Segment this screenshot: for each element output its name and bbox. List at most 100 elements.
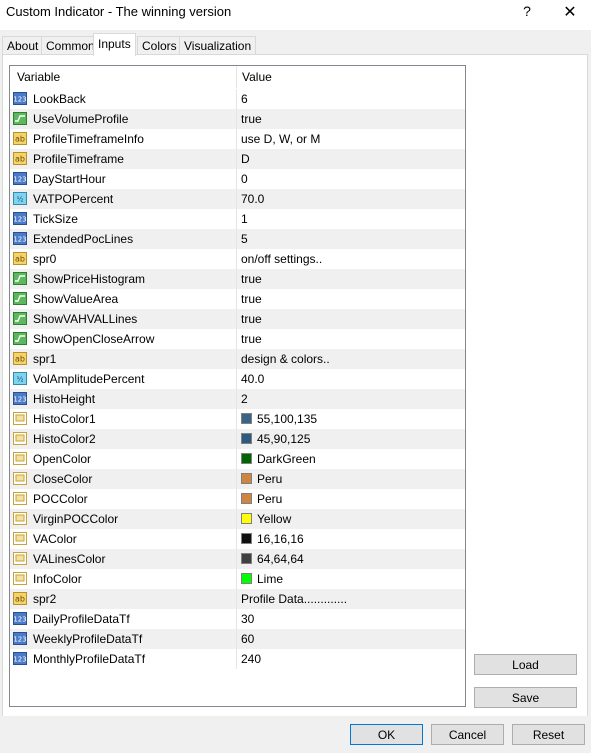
variable-value[interactable]: 45,90,125 [257, 432, 310, 446]
table-row[interactable]: ShowPriceHistogram true [10, 269, 465, 289]
column-header-variable[interactable]: Variable [17, 70, 60, 84]
table-row[interactable]: 123 HistoHeight 2 [10, 389, 465, 409]
double-icon: ½ [13, 372, 27, 385]
table-row[interactable]: ShowValueArea true [10, 289, 465, 309]
table-row[interactable]: ab ProfileTimeframe D [10, 149, 465, 169]
variable-value[interactable]: 6 [241, 92, 248, 106]
color-swatch[interactable] [241, 553, 252, 564]
variable-value[interactable]: 70.0 [241, 192, 264, 206]
tab-inputs[interactable]: Inputs [93, 33, 136, 56]
cell-divider [236, 589, 237, 609]
color-swatch[interactable] [241, 513, 252, 524]
cell-divider [236, 89, 237, 109]
variable-value[interactable]: on/off settings.. [241, 252, 322, 266]
cell-divider [236, 429, 237, 449]
table-row[interactable]: 123 LookBack 6 [10, 89, 465, 109]
table-header: Variable Value [10, 66, 465, 88]
variable-value[interactable]: 1 [241, 212, 248, 226]
variable-name: HistoColor2 [33, 432, 96, 446]
variable-name: TickSize [33, 212, 78, 226]
variable-value[interactable]: DarkGreen [257, 452, 316, 466]
variable-value[interactable]: 55,100,135 [257, 412, 317, 426]
variable-value[interactable]: Yellow [257, 512, 291, 526]
table-row[interactable]: ShowOpenCloseArrow true [10, 329, 465, 349]
column-divider[interactable] [236, 66, 237, 88]
table-row[interactable]: ab ProfileTimeframeInfo use D, W, or M [10, 129, 465, 149]
table-row[interactable]: POCColor Peru [10, 489, 465, 509]
tab-common[interactable]: Common [41, 36, 100, 55]
table-row[interactable]: HistoColor1 55,100,135 [10, 409, 465, 429]
string-icon: ab [13, 252, 27, 265]
integer-icon: 123 [13, 612, 27, 625]
table-row[interactable]: OpenColor DarkGreen [10, 449, 465, 469]
table-row[interactable]: 123 TickSize 1 [10, 209, 465, 229]
variable-value[interactable]: 30 [241, 612, 254, 626]
help-button[interactable]: ? [520, 3, 534, 19]
variable-value[interactable]: 2 [241, 392, 248, 406]
column-header-value[interactable]: Value [242, 70, 272, 84]
svg-text:ab: ab [15, 155, 25, 164]
load-button[interactable]: Load [474, 654, 577, 675]
cell-divider [236, 509, 237, 529]
color-swatch[interactable] [241, 413, 252, 424]
table-row[interactable]: InfoColor Lime [10, 569, 465, 589]
variable-name: ShowOpenCloseArrow [33, 332, 155, 346]
variable-value[interactable]: true [241, 292, 262, 306]
variable-value[interactable]: true [241, 312, 262, 326]
variable-value[interactable]: 0 [241, 172, 248, 186]
variable-value[interactable]: D [241, 152, 250, 166]
table-row[interactable]: ab spr2 Profile Data............. [10, 589, 465, 609]
table-row[interactable]: ½ VATPOPercent 70.0 [10, 189, 465, 209]
tab-colors[interactable]: Colors [137, 36, 182, 55]
variable-value[interactable]: 40.0 [241, 372, 264, 386]
variable-value[interactable]: 5 [241, 232, 248, 246]
table-row[interactable]: ab spr0 on/off settings.. [10, 249, 465, 269]
table-row[interactable]: ab spr1 design & colors.. [10, 349, 465, 369]
variable-value[interactable]: 16,16,16 [257, 532, 304, 546]
ok-button[interactable]: OK [350, 724, 423, 745]
table-row[interactable]: ½ VolAmplitudePercent 40.0 [10, 369, 465, 389]
variable-value[interactable]: Profile Data............. [241, 592, 347, 606]
color-swatch[interactable] [241, 453, 252, 464]
variable-value[interactable]: design & colors.. [241, 352, 330, 366]
color-swatch[interactable] [241, 433, 252, 444]
tab-about[interactable]: About [2, 36, 44, 55]
table-row[interactable]: HistoColor2 45,90,125 [10, 429, 465, 449]
save-button[interactable]: Save [474, 687, 577, 708]
tab-visualization[interactable]: Visualization [179, 36, 257, 55]
variable-value[interactable]: true [241, 332, 262, 346]
table-row[interactable]: VAColor 16,16,16 [10, 529, 465, 549]
svg-text:123: 123 [13, 96, 26, 104]
color-swatch[interactable] [241, 573, 252, 584]
table-row[interactable]: VALinesColor 64,64,64 [10, 549, 465, 569]
svg-text:123: 123 [13, 176, 26, 184]
table-row[interactable]: 123 WeeklyProfileDataTf 60 [10, 629, 465, 649]
variable-value[interactable]: true [241, 272, 262, 286]
table-row[interactable]: 123 DailyProfileDataTf 30 [10, 609, 465, 629]
reset-button[interactable]: Reset [512, 724, 585, 745]
variable-value[interactable]: Peru [257, 472, 282, 486]
table-row[interactable]: CloseColor Peru [10, 469, 465, 489]
variable-value[interactable]: 240 [241, 652, 261, 666]
color-swatch[interactable] [241, 493, 252, 504]
table-row[interactable]: ShowVAHVALLines true [10, 309, 465, 329]
table-row[interactable]: 123 DayStartHour 0 [10, 169, 465, 189]
close-button[interactable]: ✕ [560, 2, 580, 22]
variable-value[interactable]: Peru [257, 492, 282, 506]
variable-value[interactable]: 60 [241, 632, 254, 646]
variable-value[interactable]: true [241, 112, 262, 126]
table-row[interactable]: UseVolumeProfile true [10, 109, 465, 129]
table-row[interactable]: 123 ExtendedPocLines 5 [10, 229, 465, 249]
cell-divider [236, 609, 237, 629]
boolean-icon [13, 312, 27, 325]
variable-value[interactable]: use D, W, or M [241, 132, 320, 146]
variable-value[interactable]: 64,64,64 [257, 552, 304, 566]
color-swatch[interactable] [241, 533, 252, 544]
cell-divider [236, 409, 237, 429]
table-row[interactable]: VirginPOCColor Yellow [10, 509, 465, 529]
cancel-button[interactable]: Cancel [431, 724, 504, 745]
variable-value[interactable]: Lime [257, 572, 283, 586]
table-row[interactable]: 123 MonthlyProfileDataTf 240 [10, 649, 465, 669]
color-swatch[interactable] [241, 473, 252, 484]
svg-text:123: 123 [13, 216, 26, 224]
